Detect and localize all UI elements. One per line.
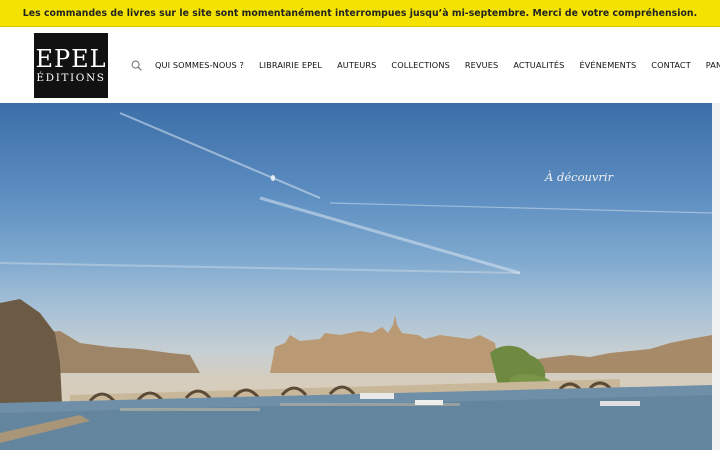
logo-title: EPEL xyxy=(35,45,107,74)
nav-item-qui-sommes-nous[interactable]: QUI SOMMES-NOUS ? xyxy=(155,60,244,70)
nav-item-librairie-epel[interactable]: LIBRAIRIE EPEL xyxy=(259,60,322,70)
announcement-text: Les commandes de livres sur le site sont… xyxy=(22,7,698,19)
site-header: EPEL ÉDITIONS QUI SOMMES-NOUS ? LIBRAIRI… xyxy=(0,27,720,103)
nav-item-auteurs[interactable]: AUTEURS xyxy=(337,60,376,70)
hero-caption-link[interactable]: À découvrir xyxy=(545,170,613,184)
nav-item-panier[interactable]: PANIER xyxy=(706,60,720,70)
nav-item-collections[interactable]: COLLECTIONS xyxy=(391,60,449,70)
scrollbar-track[interactable] xyxy=(712,103,720,450)
announcement-bar: Les commandes de livres sur le site sont… xyxy=(0,0,720,27)
hero-banner: À découvrir xyxy=(0,103,712,450)
logo-subtitle: ÉDITIONS xyxy=(36,72,106,85)
nav-item-revues[interactable]: REVUES xyxy=(465,60,498,70)
search-icon[interactable] xyxy=(129,58,143,72)
main-nav: QUI SOMMES-NOUS ? LIBRAIRIE EPEL AUTEURS… xyxy=(129,27,720,103)
nav-item-contact[interactable]: CONTACT xyxy=(651,60,691,70)
paris-seine-illustration xyxy=(0,112,712,450)
nav-item-actualites[interactable]: ACTUALITÉS xyxy=(513,60,564,70)
nav-item-evenements[interactable]: ÉVÉNEMENTS xyxy=(579,60,636,70)
epel-logo[interactable]: EPEL ÉDITIONS xyxy=(34,33,108,98)
